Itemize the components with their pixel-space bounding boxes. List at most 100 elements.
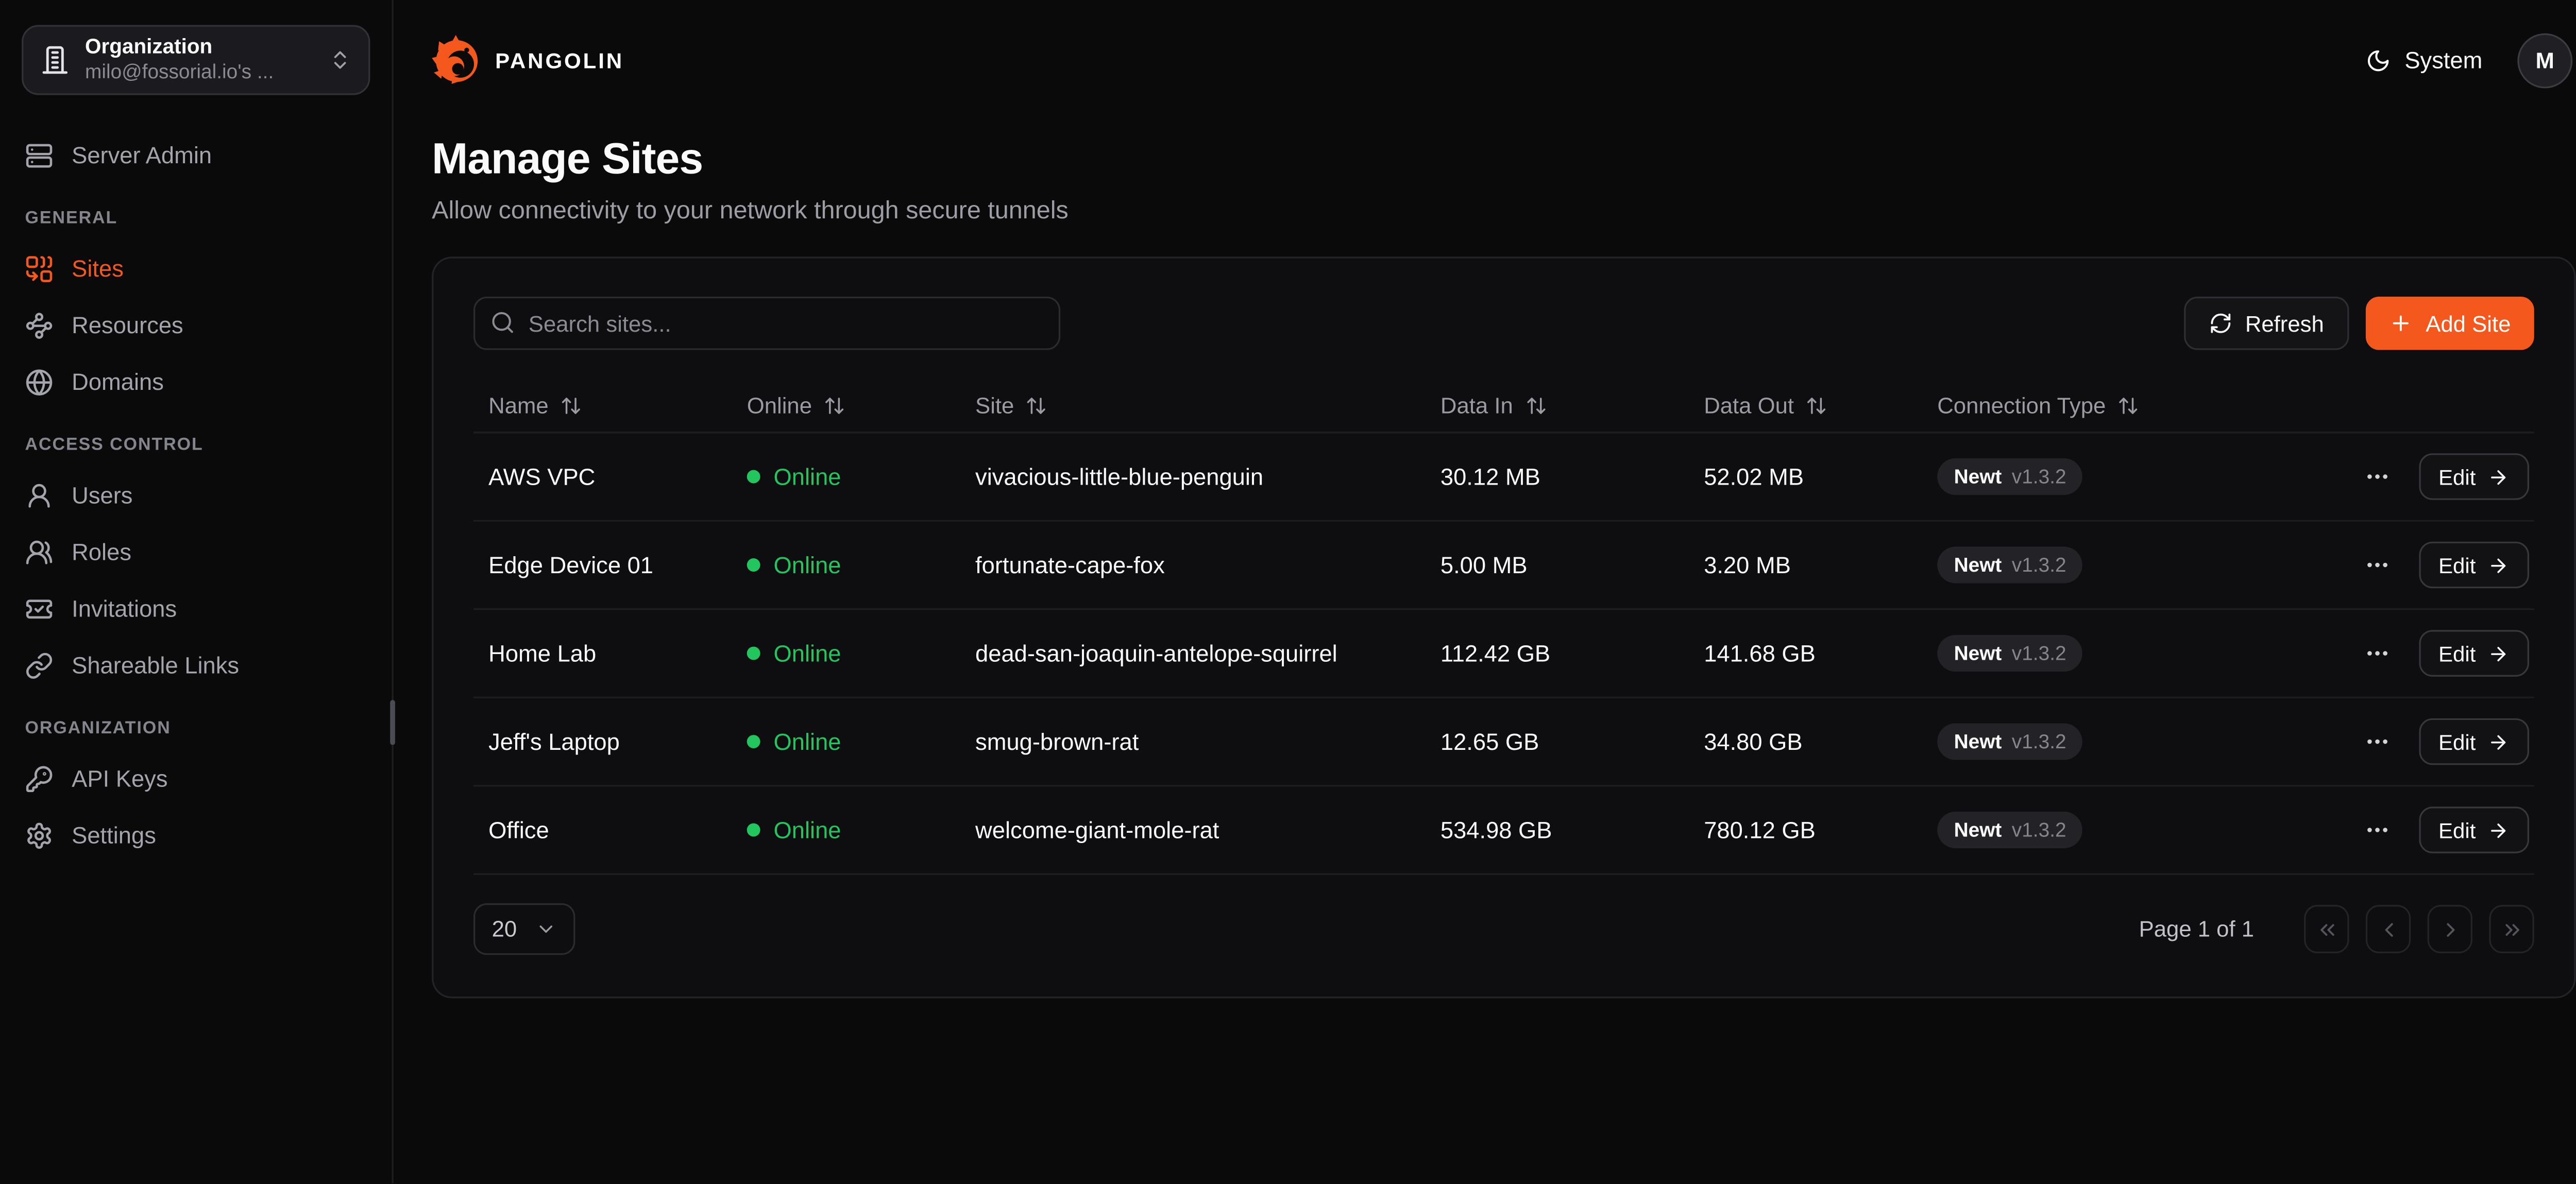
avatar-initial: M bbox=[2536, 47, 2554, 73]
previous-page-button[interactable] bbox=[2366, 905, 2411, 953]
column-header-connection-type[interactable]: Connection Type bbox=[1922, 393, 2334, 419]
row-menu-icon[interactable] bbox=[2363, 817, 2390, 844]
next-page-button[interactable] bbox=[2428, 905, 2472, 953]
row-menu-icon[interactable] bbox=[2363, 728, 2390, 755]
cell-name: Jeff's Laptop bbox=[473, 728, 732, 755]
sidebar-item-label: Domains bbox=[72, 368, 164, 395]
chevrons-left-icon bbox=[2315, 917, 2338, 940]
add-site-button[interactable]: Add Site bbox=[2366, 297, 2534, 350]
connection-type-badge: Newtv1.3.2 bbox=[1937, 635, 2083, 672]
cell-site: vivacious-little-blue-penguin bbox=[960, 464, 1426, 490]
chevron-left-icon bbox=[2377, 917, 2400, 940]
connection-type-badge: Newtv1.3.2 bbox=[1937, 546, 2083, 583]
chevron-down-icon bbox=[535, 918, 557, 940]
sidebar-scrollbar[interactable] bbox=[390, 700, 395, 745]
first-page-button[interactable] bbox=[2304, 905, 2349, 953]
cell-connection-type: Newtv1.3.2 bbox=[1922, 458, 2334, 495]
table-row: Jeff's Laptop Online smug-brown-rat 12.6… bbox=[473, 698, 2534, 787]
row-menu-icon[interactable] bbox=[2363, 640, 2390, 667]
user-avatar[interactable]: M bbox=[2517, 32, 2572, 88]
user-icon bbox=[25, 481, 54, 509]
theme-toggle[interactable]: System bbox=[2366, 47, 2483, 74]
pangolin-logo-icon bbox=[432, 35, 482, 85]
edit-button[interactable]: Edit bbox=[2418, 542, 2529, 589]
chevrons-right-icon bbox=[2500, 917, 2523, 940]
combine-icon bbox=[25, 254, 54, 282]
sidebar-item-settings[interactable]: Settings bbox=[25, 815, 370, 855]
search-icon bbox=[490, 310, 515, 335]
edit-button[interactable]: Edit bbox=[2418, 630, 2529, 677]
sidebar-item-shareable-links[interactable]: Shareable Links bbox=[25, 645, 370, 685]
cell-name: Edge Device 01 bbox=[473, 552, 732, 578]
arrow-right-icon bbox=[2487, 466, 2509, 487]
cell-name: AWS VPC bbox=[473, 464, 732, 490]
cell-online-status: Online bbox=[732, 464, 960, 490]
cell-online-status: Online bbox=[732, 640, 960, 667]
last-page-button[interactable] bbox=[2489, 905, 2534, 953]
building-icon bbox=[40, 45, 70, 75]
sidebar-item-users[interactable]: Users bbox=[25, 475, 370, 515]
chevron-right-icon bbox=[2438, 917, 2462, 940]
pagination-controls bbox=[2304, 905, 2534, 953]
topbar: PANGOLIN System M bbox=[394, 0, 2576, 120]
sidebar-item-label: Users bbox=[72, 482, 132, 508]
link-icon bbox=[25, 651, 54, 679]
page-header: Manage Sites Allow connectivity to your … bbox=[394, 120, 2576, 225]
edit-button[interactable]: Edit bbox=[2418, 807, 2529, 853]
sidebar-item-api-keys[interactable]: API Keys bbox=[25, 758, 370, 798]
column-header-data-out[interactable]: Data Out bbox=[1689, 393, 1922, 419]
ticket-check-icon bbox=[25, 594, 54, 623]
connection-type-badge: Newtv1.3.2 bbox=[1937, 458, 2083, 495]
row-menu-icon[interactable] bbox=[2363, 552, 2390, 578]
cell-data-out: 141.68 GB bbox=[1689, 640, 1922, 667]
org-selector[interactable]: Organization milo@fossorial.io's ... bbox=[22, 25, 370, 95]
page-title: Manage Sites bbox=[432, 133, 2575, 185]
cell-online-status: Online bbox=[732, 817, 960, 844]
sidebar-item-resources[interactable]: Resources bbox=[25, 305, 370, 345]
refresh-icon bbox=[2209, 312, 2232, 335]
theme-label: System bbox=[2404, 47, 2482, 74]
column-header-online[interactable]: Online bbox=[732, 393, 960, 419]
page-size-select[interactable]: 20 bbox=[473, 903, 575, 955]
search-box bbox=[473, 297, 1060, 350]
row-menu-icon[interactable] bbox=[2363, 464, 2390, 490]
online-dot bbox=[747, 470, 760, 484]
cell-connection-type: Newtv1.3.2 bbox=[1922, 812, 2334, 848]
table-header-row: Name Online Site Data In Data Out Connec… bbox=[473, 380, 2534, 434]
arrow-right-icon bbox=[2487, 554, 2509, 576]
sidebar-item-roles[interactable]: Roles bbox=[25, 531, 370, 572]
sidebar-item-domains[interactable]: Domains bbox=[25, 362, 370, 402]
key-icon bbox=[25, 764, 54, 793]
sidebar-item-sites[interactable]: Sites bbox=[25, 248, 370, 288]
cell-connection-type: Newtv1.3.2 bbox=[1922, 635, 2334, 672]
gear-icon bbox=[25, 821, 54, 849]
cell-name: Office bbox=[473, 817, 732, 844]
server-icon bbox=[25, 141, 54, 169]
column-header-site[interactable]: Site bbox=[960, 393, 1426, 419]
sidebar-item-label: Server Admin bbox=[72, 142, 212, 168]
cell-data-out: 780.12 GB bbox=[1689, 817, 1922, 844]
cell-data-out: 34.80 GB bbox=[1689, 728, 1922, 755]
cell-online-status: Online bbox=[732, 552, 960, 578]
online-dot bbox=[747, 647, 760, 660]
table-row: Home Lab Online dead-san-joaquin-antelop… bbox=[473, 610, 2534, 698]
page-subtitle: Allow connectivity to your network throu… bbox=[432, 197, 2575, 225]
waypoints-icon bbox=[25, 311, 54, 339]
sidebar: Organization milo@fossorial.io's ... Ser… bbox=[0, 0, 394, 1184]
sidebar-item-server-admin[interactable]: Server Admin bbox=[25, 135, 370, 175]
search-input[interactable] bbox=[473, 297, 1060, 350]
page-info: Page 1 of 1 bbox=[2139, 917, 2254, 942]
sidebar-item-label: Invitations bbox=[72, 595, 177, 622]
arrow-right-icon bbox=[2487, 819, 2509, 840]
sidebar-item-invitations[interactable]: Invitations bbox=[25, 588, 370, 628]
column-header-name[interactable]: Name bbox=[473, 393, 732, 419]
column-header-data-in[interactable]: Data In bbox=[1426, 393, 1689, 419]
refresh-button[interactable]: Refresh bbox=[2183, 297, 2349, 350]
edit-button[interactable]: Edit bbox=[2418, 453, 2529, 500]
edit-button[interactable]: Edit bbox=[2418, 718, 2529, 765]
table-toolbar: Refresh Add Site bbox=[473, 297, 2534, 350]
cell-site: dead-san-joaquin-antelope-squirrel bbox=[960, 640, 1426, 667]
cell-online-status: Online bbox=[732, 728, 960, 755]
sidebar-item-label: Resources bbox=[72, 312, 183, 338]
moon-icon bbox=[2366, 47, 2392, 73]
